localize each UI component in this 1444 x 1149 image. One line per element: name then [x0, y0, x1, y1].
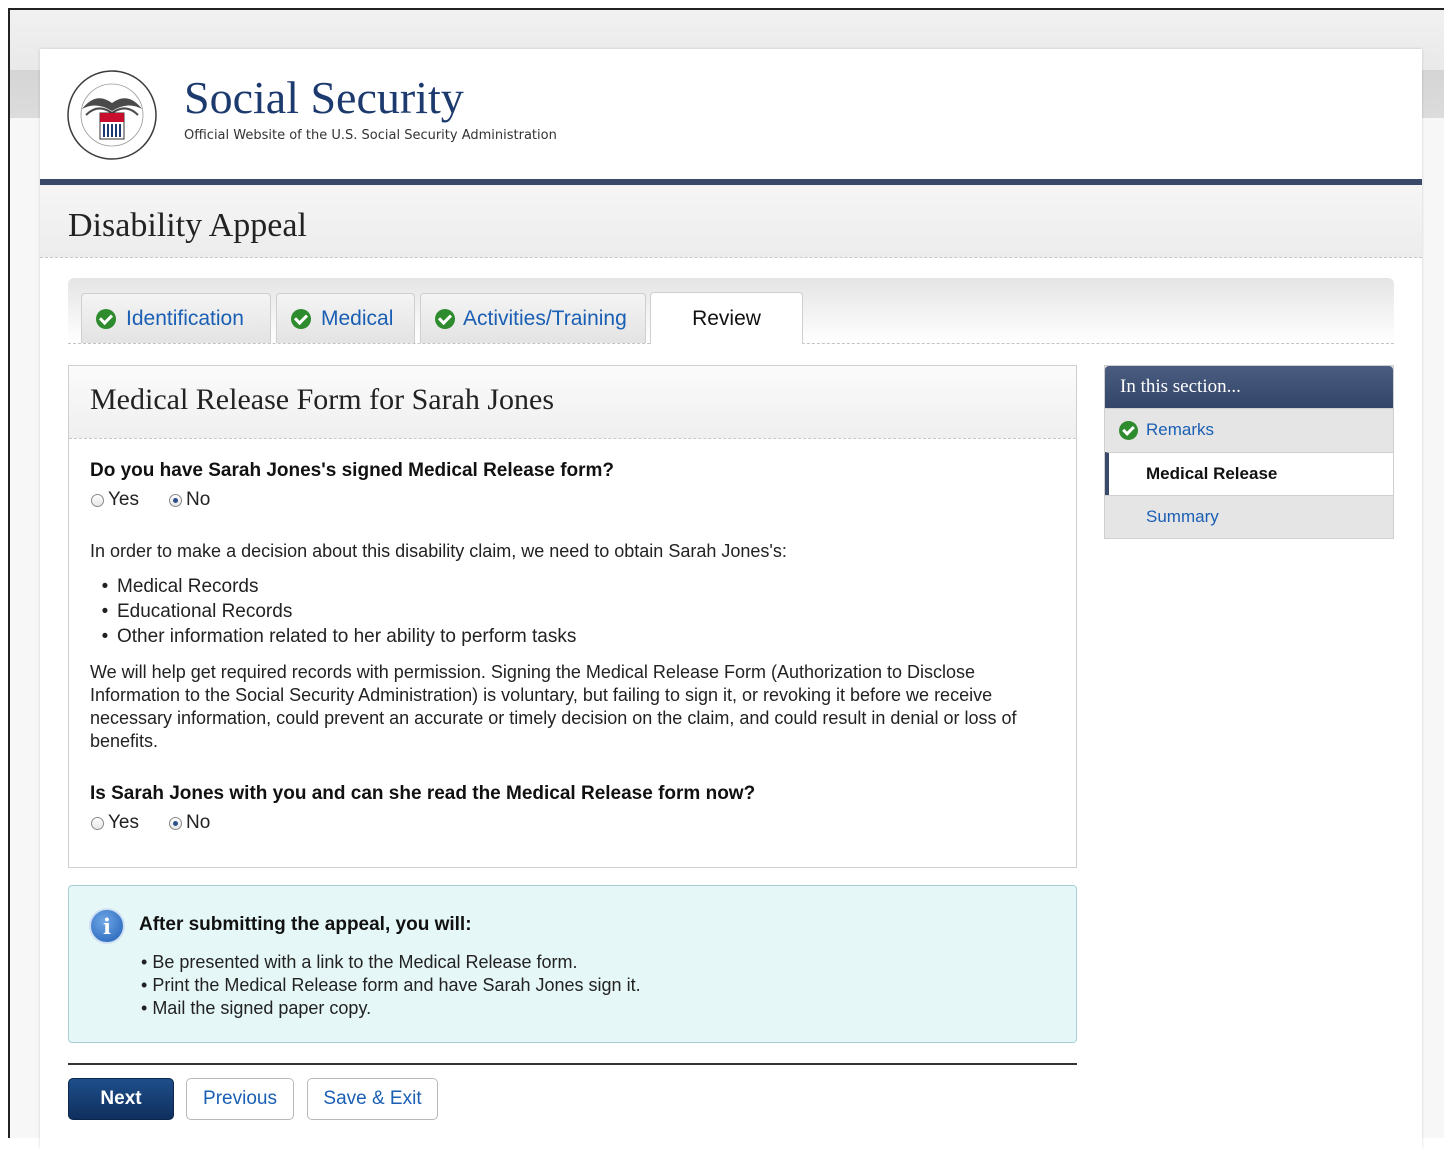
panel-title: Medical Release Form for Sarah Jones [90, 383, 555, 416]
section-item-label: Remarks [1146, 420, 1215, 439]
next-button[interactable]: Next [68, 1078, 174, 1120]
list-item: Other information related to her ability… [117, 624, 576, 649]
save-exit-button[interactable]: Save & Exit [307, 1078, 438, 1120]
question-signed-release: Do you have Sarah Jones's signed Medical… [90, 460, 615, 481]
radio-signed-yes[interactable] [91, 493, 104, 507]
check-circle-icon [96, 308, 116, 329]
permission-text: We will help get required records with p… [90, 662, 1017, 751]
radio-group-signed-release: Yes No [91, 489, 240, 511]
tab-label: Review [692, 306, 761, 330]
tab-identification[interactable]: Identification [81, 293, 271, 343]
check-circle-icon [291, 308, 311, 329]
medical-release-panel: Medical Release Form for Sarah Jones Do … [68, 365, 1077, 868]
check-circle-icon [435, 308, 455, 329]
previous-button[interactable]: Previous [186, 1078, 294, 1120]
info-list: Be presented with a link to the Medical … [141, 951, 641, 1020]
info-box: i After submitting the appeal, you will:… [68, 885, 1077, 1043]
records-list: Medical Records Educational Records Othe… [117, 574, 576, 649]
tab-label: Activities/Training [463, 306, 627, 330]
page: Social Security Official Website of the … [40, 49, 1422, 1149]
list-item: Mail the signed paper copy. [141, 997, 641, 1020]
actions-divider [68, 1063, 1077, 1065]
list-item: Be presented with a link to the Medical … [141, 951, 641, 974]
section-nav-title: In this section... [1120, 376, 1241, 397]
info-title: After submitting the appeal, you will: [139, 914, 472, 935]
question-read-now: Is Sarah Jones with you and can she read… [90, 783, 756, 804]
list-item: Medical Records [117, 574, 576, 599]
tab-review[interactable]: Review [650, 292, 803, 344]
radio-label-no[interactable]: No [186, 489, 210, 511]
radio-label-yes[interactable]: Yes [108, 489, 139, 511]
radio-label-yes[interactable]: Yes [108, 812, 139, 834]
tab-label: Medical [321, 306, 394, 330]
radio-label-no[interactable]: No [186, 812, 210, 834]
intro-text: In order to make a decision about this d… [90, 541, 787, 561]
ssa-seal-logo[interactable] [66, 69, 158, 161]
check-circle-icon [1119, 420, 1138, 440]
brand-title[interactable]: Social Security [184, 75, 464, 121]
list-item: Print the Medical Release form and have … [141, 974, 640, 997]
section-item-summary[interactable]: Summary [1105, 495, 1393, 538]
list-item: Educational Records [117, 599, 576, 624]
info-icon: i [89, 908, 125, 944]
brand-subtitle: Official Website of the U.S. Social Secu… [184, 128, 557, 143]
tab-medical[interactable]: Medical [276, 293, 415, 343]
section-item-label: Medical Release [1146, 464, 1278, 483]
panel-header: Medical Release Form for Sarah Jones [69, 366, 1076, 439]
radio-signed-no[interactable] [169, 493, 182, 507]
site-header: Social Security Official Website of the … [40, 49, 1422, 179]
section-item-remarks[interactable]: Remarks [1105, 408, 1393, 451]
radio-read-yes[interactable] [91, 816, 104, 830]
tab-label: Identification [126, 306, 244, 330]
section-nav: In this section... Remarks Medical Relea… [1104, 365, 1394, 539]
section-nav-header: In this section... [1105, 366, 1393, 408]
section-item-label: Summary [1146, 507, 1219, 526]
radio-group-read-now: Yes No [91, 812, 240, 834]
radio-read-no[interactable] [169, 816, 182, 830]
section-item-medical-release[interactable]: Medical Release [1105, 452, 1393, 495]
page-title: Disability Appeal [68, 207, 307, 244]
tab-activities-training[interactable]: Activities/Training [420, 293, 646, 343]
